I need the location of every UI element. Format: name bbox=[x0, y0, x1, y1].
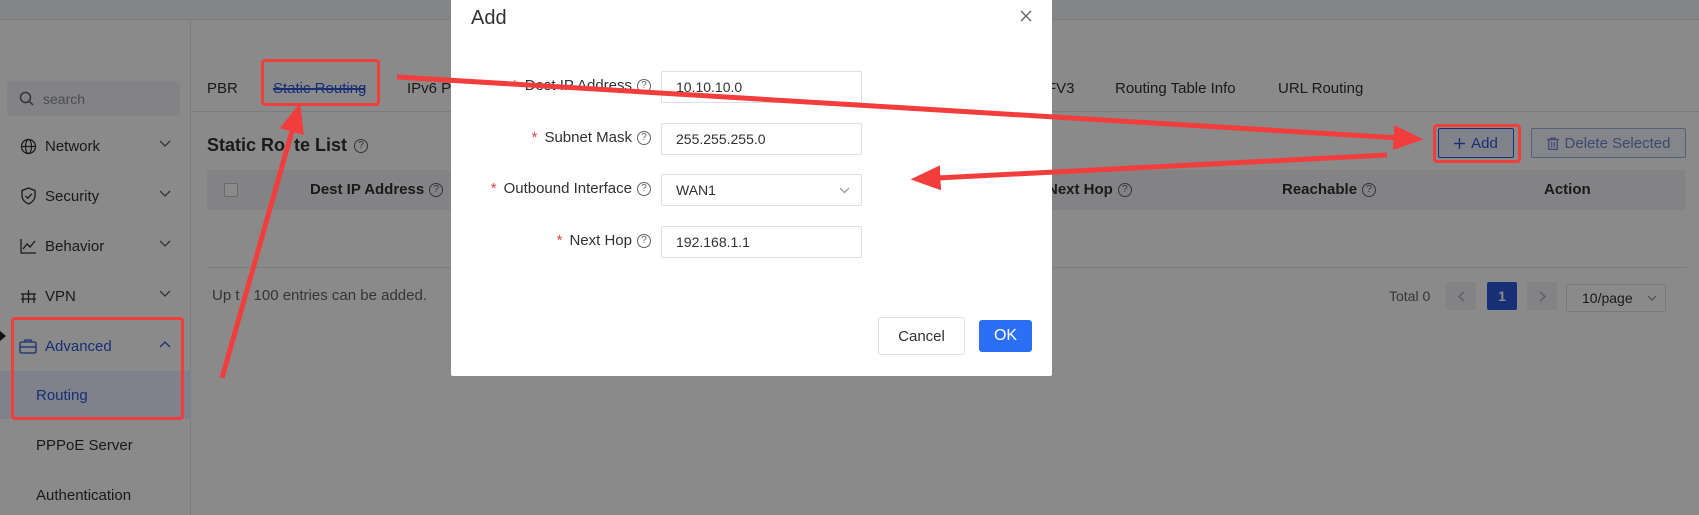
next-hop-value: 192.168.1.1 bbox=[676, 234, 750, 250]
close-icon[interactable] bbox=[1015, 5, 1037, 27]
help-icon[interactable]: ? bbox=[637, 130, 651, 145]
dest-ip-value: 10.10.10.0 bbox=[676, 79, 743, 95]
dialog-title: Add bbox=[471, 7, 507, 29]
add-route-dialog: Add * Dest IP Address? 10.10.10.0 * Subnet… bbox=[451, 0, 1052, 376]
dest-ip-label: * Dest IP Address? bbox=[451, 77, 651, 94]
chevron-down-icon bbox=[839, 187, 850, 194]
help-icon[interactable]: ? bbox=[637, 181, 651, 196]
outbound-interface-value: WAN1 bbox=[676, 182, 716, 198]
outbound-interface-label: * Outbound Interface? bbox=[451, 180, 651, 197]
ok-button[interactable]: OK bbox=[979, 320, 1032, 352]
subnet-mask-value: 255.255.255.0 bbox=[676, 131, 766, 147]
cancel-button[interactable]: Cancel bbox=[878, 317, 965, 355]
subnet-mask-label: * Subnet Mask? bbox=[451, 129, 651, 146]
help-icon[interactable]: ? bbox=[637, 78, 651, 93]
next-hop-input[interactable]: 192.168.1.1 bbox=[661, 226, 862, 258]
help-icon[interactable]: ? bbox=[637, 233, 651, 248]
cursor-pointer-indicator bbox=[0, 331, 6, 341]
next-hop-label: * Next Hop? bbox=[451, 232, 651, 249]
dest-ip-input[interactable]: 10.10.10.0 bbox=[661, 71, 862, 103]
outbound-interface-select[interactable]: WAN1 bbox=[661, 174, 862, 206]
subnet-mask-input[interactable]: 255.255.255.0 bbox=[661, 123, 862, 155]
